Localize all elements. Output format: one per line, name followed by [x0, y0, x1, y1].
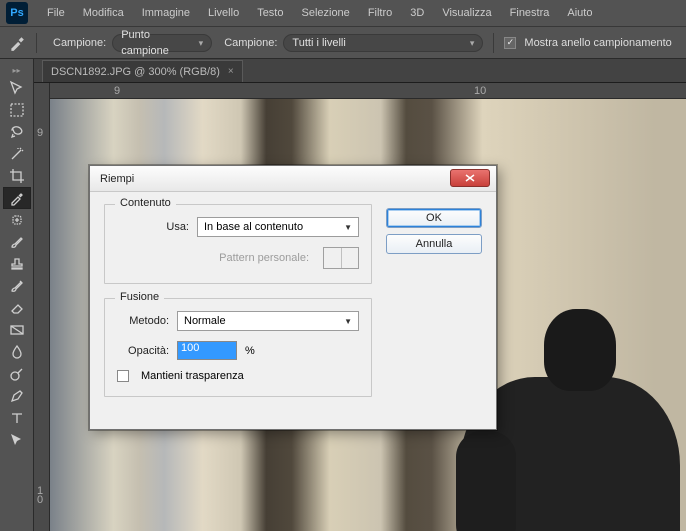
usa-select[interactable]: In base al contenuto ▼	[197, 217, 359, 237]
menu-livello[interactable]: Livello	[199, 3, 248, 23]
metodo-value: Normale	[184, 315, 226, 327]
menu-testo[interactable]: Testo	[248, 3, 292, 23]
close-button[interactable]	[450, 169, 490, 187]
document-tab-title: DSCN1892.JPG @ 300% (RGB/8)	[51, 61, 220, 83]
chevron-down-icon: ▾	[470, 35, 475, 51]
heal-tool[interactable]	[3, 209, 31, 231]
usa-label: Usa:	[117, 221, 189, 233]
menu-3d[interactable]: 3D	[401, 3, 433, 23]
fill-dialog: Riempi Contenuto Usa: In base al contenu…	[89, 165, 497, 430]
close-icon[interactable]: ×	[228, 61, 234, 83]
menu-finestra[interactable]: Finestra	[501, 3, 559, 23]
move-tool[interactable]	[3, 77, 31, 99]
menu-selezione[interactable]: Selezione	[292, 3, 358, 23]
contenuto-fieldset: Contenuto Usa: In base al contenuto ▼ Pa…	[104, 204, 372, 284]
ruler-tick: 1 0	[37, 487, 43, 505]
vertical-ruler[interactable]: 9 1 0	[34, 83, 50, 531]
ok-button[interactable]: OK	[386, 208, 482, 228]
horizontal-ruler[interactable]: 9 10	[50, 83, 686, 99]
metodo-label: Metodo:	[117, 315, 169, 327]
dialog-titlebar[interactable]: Riempi	[90, 166, 496, 192]
chevron-down-icon: ▼	[344, 223, 352, 232]
type-tool[interactable]	[3, 407, 31, 429]
menu-file[interactable]: File	[38, 3, 74, 23]
ring-checkbox[interactable]: ✓	[504, 37, 516, 49]
opacita-input[interactable]: 100	[177, 341, 237, 360]
ring-label: Mostra anello campionamento	[524, 37, 671, 49]
menu-filtro[interactable]: Filtro	[359, 3, 401, 23]
usa-value: In base al contenuto	[204, 221, 303, 233]
stamp-tool[interactable]	[3, 253, 31, 275]
wand-tool[interactable]	[3, 143, 31, 165]
menu-modifica[interactable]: Modifica	[74, 3, 133, 23]
campione1-select[interactable]: Punto campione▾	[112, 34, 212, 52]
campione2-label: Campione:	[224, 37, 277, 49]
menu-immagine[interactable]: Immagine	[133, 3, 199, 23]
campione1-value: Punto campione	[121, 27, 198, 59]
ruler-tick: 9	[37, 127, 43, 139]
collapse-icon[interactable]: ▸▸	[0, 65, 33, 75]
menu-visualizza[interactable]: Visualizza	[433, 3, 500, 23]
options-bar: Campione: Punto campione▾ Campione: Tutt…	[0, 27, 686, 59]
brush-tool[interactable]	[3, 231, 31, 253]
close-icon	[465, 174, 475, 182]
gradient-tool[interactable]	[3, 319, 31, 341]
campione2-value: Tutti i livelli	[292, 35, 345, 51]
cancel-button[interactable]: Annulla	[386, 234, 482, 254]
tab-bar: DSCN1892.JPG @ 300% (RGB/8) ×	[0, 59, 686, 83]
campione2-select[interactable]: Tutti i livelli ▾	[283, 34, 483, 52]
fusione-legend: Fusione	[115, 291, 164, 303]
mantieni-label: Mantieni trasparenza	[141, 370, 244, 382]
menu-aiuto[interactable]: Aiuto	[558, 3, 601, 23]
metodo-select[interactable]: Normale ▼	[177, 311, 359, 331]
tool-sidebar: ▸▸	[0, 59, 34, 531]
marquee-tool[interactable]	[3, 99, 31, 121]
app-logo: Ps	[6, 2, 28, 24]
campione1-label: Campione:	[53, 37, 106, 49]
opacita-label: Opacità:	[117, 345, 169, 357]
chevron-down-icon: ▾	[199, 35, 204, 51]
dodge-tool[interactable]	[3, 363, 31, 385]
eraser-tool[interactable]	[3, 297, 31, 319]
contenuto-legend: Contenuto	[115, 197, 176, 209]
ruler-tick: 9	[114, 85, 120, 97]
lasso-tool[interactable]	[3, 121, 31, 143]
pattern-swatch	[323, 247, 359, 269]
chevron-down-icon: ▼	[344, 317, 352, 326]
pattern-label: Pattern personale:	[219, 252, 309, 264]
fusione-fieldset: Fusione Metodo: Normale ▼ Opacità: 100 %…	[104, 298, 372, 397]
eyedropper-icon	[8, 34, 26, 52]
crop-tool[interactable]	[3, 165, 31, 187]
mantieni-checkbox[interactable]	[117, 370, 129, 382]
document-tab[interactable]: DSCN1892.JPG @ 300% (RGB/8) ×	[42, 60, 243, 82]
opacita-unit: %	[245, 345, 255, 357]
history-brush-tool[interactable]	[3, 275, 31, 297]
menubar: Ps File Modifica Immagine Livello Testo …	[0, 0, 686, 27]
blur-tool[interactable]	[3, 341, 31, 363]
ruler-tick: 10	[474, 85, 486, 97]
dialog-title: Riempi	[100, 173, 134, 185]
path-tool[interactable]	[3, 429, 31, 451]
eyedropper-tool[interactable]	[3, 187, 31, 209]
pen-tool[interactable]	[3, 385, 31, 407]
